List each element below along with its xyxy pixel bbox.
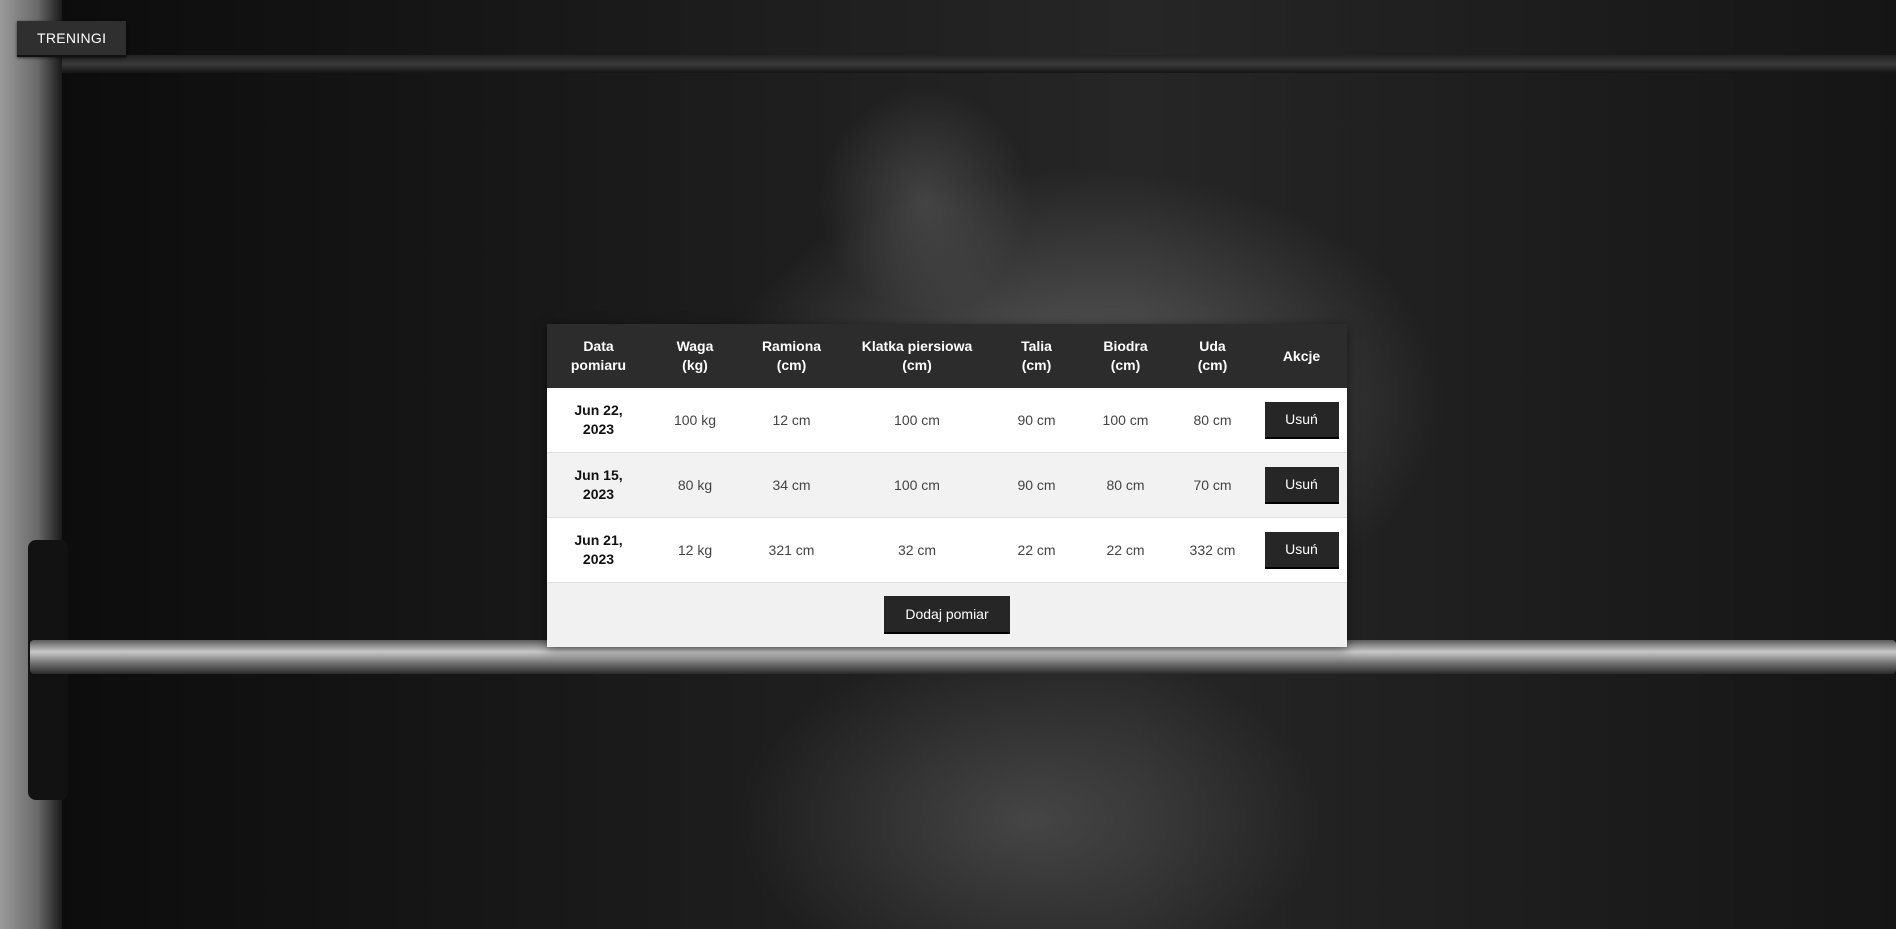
cell-date: Jun 21, 2023 bbox=[547, 517, 650, 583]
cell-thighs: 332 cm bbox=[1169, 517, 1256, 583]
header-date: Data pomiaru bbox=[547, 324, 650, 388]
table-row: Jun 21, 2023 12 kg 321 cm 32 cm 22 cm 22 … bbox=[547, 517, 1347, 583]
delete-button[interactable]: Usuń bbox=[1264, 401, 1339, 439]
cell-arms: 34 cm bbox=[740, 452, 843, 518]
cell-waist: 22 cm bbox=[991, 517, 1082, 583]
add-measurement-button[interactable]: Dodaj pomiar bbox=[884, 596, 1010, 634]
delete-button[interactable]: Usuń bbox=[1264, 466, 1339, 504]
cell-chest: 100 cm bbox=[843, 388, 991, 453]
cell-weight: 80 kg bbox=[650, 452, 740, 518]
header-waist: Talia (cm) bbox=[991, 324, 1082, 388]
cell-waist: 90 cm bbox=[991, 388, 1082, 453]
header-thighs: Uda (cm) bbox=[1169, 324, 1256, 388]
cell-actions: Usuń bbox=[1256, 452, 1347, 518]
cell-thighs: 70 cm bbox=[1169, 452, 1256, 518]
cell-chest: 100 cm bbox=[843, 452, 991, 518]
header-actions: Akcje bbox=[1256, 324, 1347, 388]
table-footer: Dodaj pomiar bbox=[547, 583, 1347, 647]
cell-actions: Usuń bbox=[1256, 517, 1347, 583]
table-row: Jun 22, 2023 100 kg 12 cm 100 cm 90 cm 10… bbox=[547, 388, 1347, 453]
cell-arms: 12 cm bbox=[740, 388, 843, 453]
cell-date: Jun 22, 2023 bbox=[547, 388, 650, 453]
measurements-table: Data pomiaru Waga (kg) Ramiona (cm) Klatka … bbox=[547, 324, 1347, 583]
cell-weight: 100 kg bbox=[650, 388, 740, 453]
table-header-row: Data pomiaru Waga (kg) Ramiona (cm) Klatka … bbox=[547, 324, 1347, 388]
header-arms: Ramiona (cm) bbox=[740, 324, 843, 388]
cell-arms: 321 cm bbox=[740, 517, 843, 583]
background-pipe bbox=[0, 55, 1896, 73]
header-weight: Waga (kg) bbox=[650, 324, 740, 388]
measurements-panel: Data pomiaru Waga (kg) Ramiona (cm) Klatka … bbox=[547, 324, 1347, 647]
cell-chest: 32 cm bbox=[843, 517, 991, 583]
cell-hips: 22 cm bbox=[1082, 517, 1169, 583]
table-row: Jun 15, 2023 80 kg 34 cm 100 cm 90 cm 80 … bbox=[547, 452, 1347, 518]
cell-waist: 90 cm bbox=[991, 452, 1082, 518]
cell-date: Jun 15, 2023 bbox=[547, 452, 650, 518]
cell-thighs: 80 cm bbox=[1169, 388, 1256, 453]
header-hips: Biodra (cm) bbox=[1082, 324, 1169, 388]
header-chest: Klatka piersiowa (cm) bbox=[843, 324, 991, 388]
cell-actions: Usuń bbox=[1256, 388, 1347, 453]
trainings-button[interactable]: TRENINGI bbox=[17, 21, 127, 57]
cell-weight: 12 kg bbox=[650, 517, 740, 583]
cell-hips: 100 cm bbox=[1082, 388, 1169, 453]
delete-button[interactable]: Usuń bbox=[1264, 531, 1339, 569]
cell-hips: 80 cm bbox=[1082, 452, 1169, 518]
